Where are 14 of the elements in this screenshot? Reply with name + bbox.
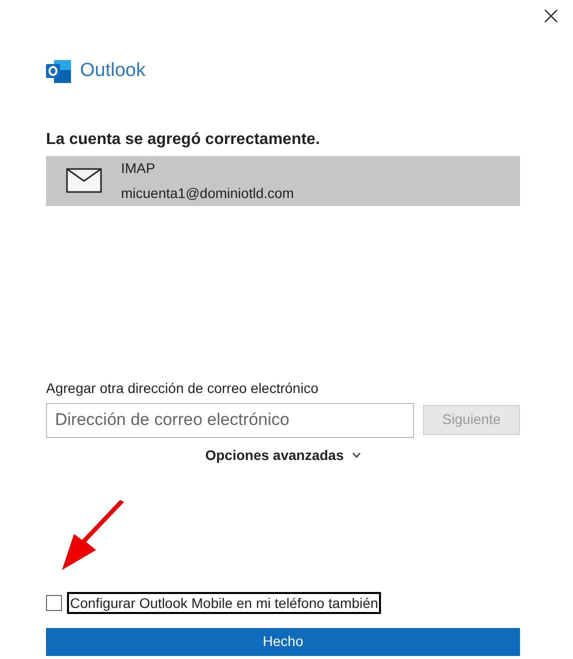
account-type: IMAP <box>121 158 156 178</box>
checkbox[interactable] <box>46 594 62 610</box>
success-heading: La cuenta se agregó correctamente. <box>46 130 321 150</box>
brand-name: Outlook <box>80 59 146 83</box>
checkbox-label: Configurar Outlook Mobile en mi teléfono también <box>67 592 382 614</box>
done-button[interactable]: Hecho <box>46 628 520 656</box>
account-email: micuenta1@dominiotld.com <box>121 184 294 202</box>
add-account-label: Agregar otra dirección de correo electrónico <box>46 378 320 398</box>
close-icon <box>544 9 558 23</box>
logo-icon <box>46 60 72 83</box>
advanced-options-toggle[interactable]: Opciones avanzadas <box>205 444 361 466</box>
pointer-arrow <box>60 500 126 572</box>
envelope-icon <box>66 168 102 193</box>
email-field[interactable]: Dirección de correo electrónico <box>46 402 414 438</box>
